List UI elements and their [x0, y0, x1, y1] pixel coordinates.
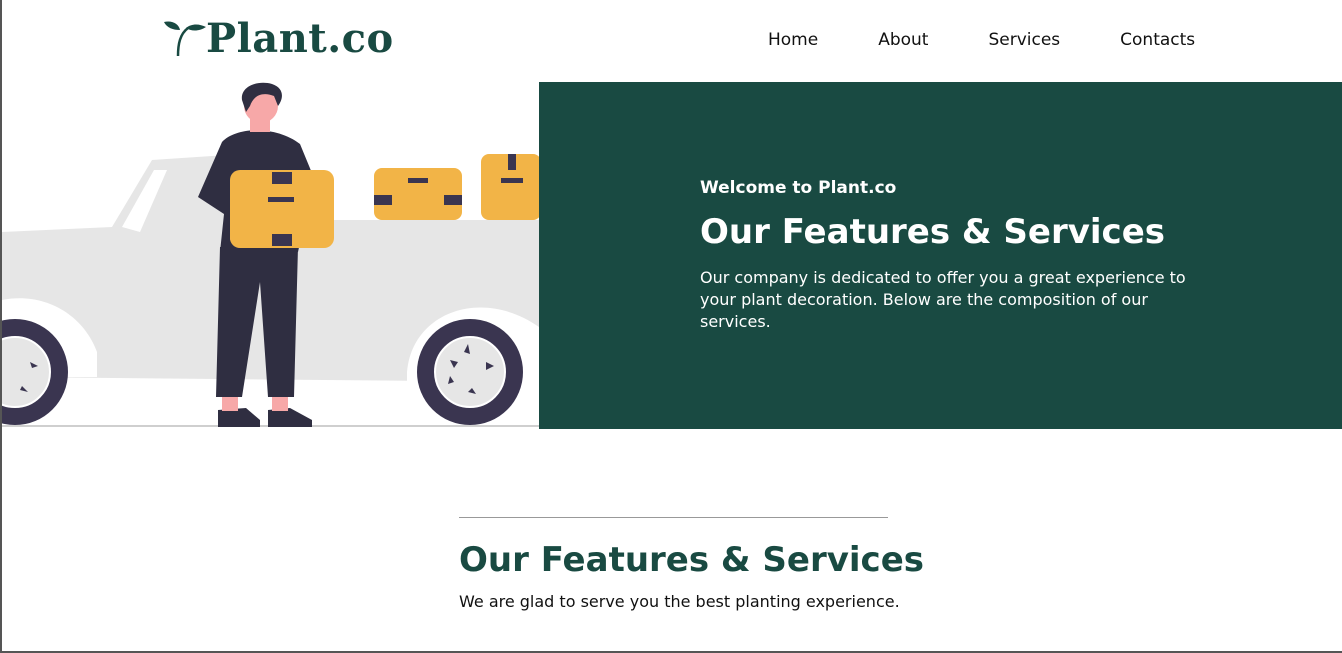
hero-description: Our company is dedicated to offer you a …	[700, 268, 1186, 331]
section-divider	[459, 517, 888, 518]
hero-title: Our Features & Services	[700, 212, 1165, 252]
features-section: Our Features & Services We are glad to s…	[459, 517, 924, 611]
nav-about[interactable]: About	[878, 28, 928, 52]
wheel-right	[417, 319, 523, 425]
section-title: Our Features & Services	[459, 540, 924, 580]
hero-illustration	[2, 82, 539, 429]
box-truck-2	[481, 154, 539, 220]
box-held	[230, 170, 334, 248]
box-truck-1	[374, 168, 462, 220]
site-header: Plant.co Home About Services Contacts	[0, 0, 1342, 82]
leaf-icon	[164, 21, 206, 57]
main-nav: Home About Services Contacts	[768, 28, 1195, 52]
nav-home[interactable]: Home	[768, 28, 818, 52]
nav-contacts[interactable]: Contacts	[1120, 28, 1195, 52]
brand-name: Plant.co	[206, 14, 394, 62]
nav-services[interactable]: Services	[988, 28, 1060, 52]
section-description: We are glad to serve you the best planti…	[459, 592, 900, 611]
hero-panel: Welcome to Plant.co Our Features & Servi…	[539, 82, 1342, 429]
brand-logo[interactable]: Plant.co	[160, 10, 394, 66]
delivery-illustration	[2, 82, 539, 427]
hero-kicker: Welcome to Plant.co	[700, 178, 897, 198]
